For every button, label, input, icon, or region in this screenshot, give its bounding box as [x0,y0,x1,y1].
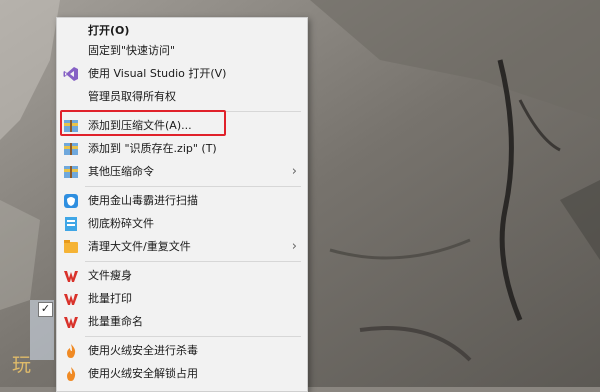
kingsoft-scan-icon [64,194,78,208]
menu-item-batch-rename[interactable]: 批量重命名 [57,311,307,333]
menu-item-shred-file[interactable]: 彻底粉碎文件 [57,213,307,235]
chevron-right-icon: › [291,164,297,179]
shred-icon [65,217,77,231]
menu-separator [85,186,301,187]
huorong-icon [67,367,76,381]
menu-separator [85,336,301,337]
menu-item-label: 固定到"快速访问" [88,44,176,57]
wps-icon [64,271,78,282]
menu-item-huorong-unlock[interactable]: 使用火绒安全解锁占用 [57,363,307,385]
menu-item-file-slim[interactable]: 文件瘦身 [57,265,307,287]
menu-item-add-to-zip[interactable]: 添加到 "识质存在.zip" (T) [57,138,307,160]
menu-item-open-with-visual-studio[interactable]: 使用 Visual Studio 打开(V) [57,63,307,85]
annotation-highlight-box [60,110,226,136]
menu-item-label: 使用火绒安全解锁占用 [88,367,198,380]
menu-item-label: 彻底粉碎文件 [88,217,154,230]
menu-item-label: 添加到 "识质存在.zip" (T) [88,142,217,155]
menu-item-label: 使用火绒安全进行杀毒 [88,344,198,357]
archive-icon [64,143,78,155]
visual-studio-icon [63,67,78,81]
menu-item-pin-quick-access[interactable]: 固定到"快速访问" [57,40,307,62]
menu-item-label: 批量重命名 [88,315,143,328]
cleanup-icon [64,240,78,253]
menu-item-kingsoft-scan[interactable]: 使用金山毒霸进行扫描 [57,190,307,212]
file-selection-checkbox[interactable]: ✓ [38,302,53,317]
menu-item-label: 其他压缩命令 [88,165,154,178]
wps-icon [64,317,78,328]
menu-item-cleanup-files[interactable]: 清理大文件/重复文件 › [57,236,307,258]
menu-item-label: 批量打印 [88,292,132,305]
menu-item-label: 清理大文件/重复文件 [88,240,191,253]
menu-item-label: 使用 Visual Studio 打开(V) [88,67,227,80]
menu-item-label: 使用金山毒霸进行扫描 [88,194,198,207]
wps-icon [64,294,78,305]
menu-item-huorong-antivirus[interactable]: 使用火绒安全进行杀毒 [57,340,307,362]
huorong-icon [67,344,76,358]
menu-item-take-ownership[interactable]: 管理员取得所有权 [57,86,307,108]
menu-item-label: 文件瘦身 [88,269,132,282]
chevron-right-icon: › [291,239,297,254]
menu-item-label: 管理员取得所有权 [88,90,176,103]
menu-separator [85,261,301,262]
menu-item-other-compress-commands[interactable]: 其他压缩命令 › [57,161,307,183]
context-menu: 打开(O) 固定到"快速访问" 使用 Visual Studio 打开(V) 管… [56,17,308,392]
menu-item-open[interactable]: 打开(O) [57,20,307,42]
menu-item-batch-print[interactable]: 批量打印 [57,288,307,310]
menu-item-label: 打开(O) [88,24,130,37]
archive-icon [64,166,78,178]
